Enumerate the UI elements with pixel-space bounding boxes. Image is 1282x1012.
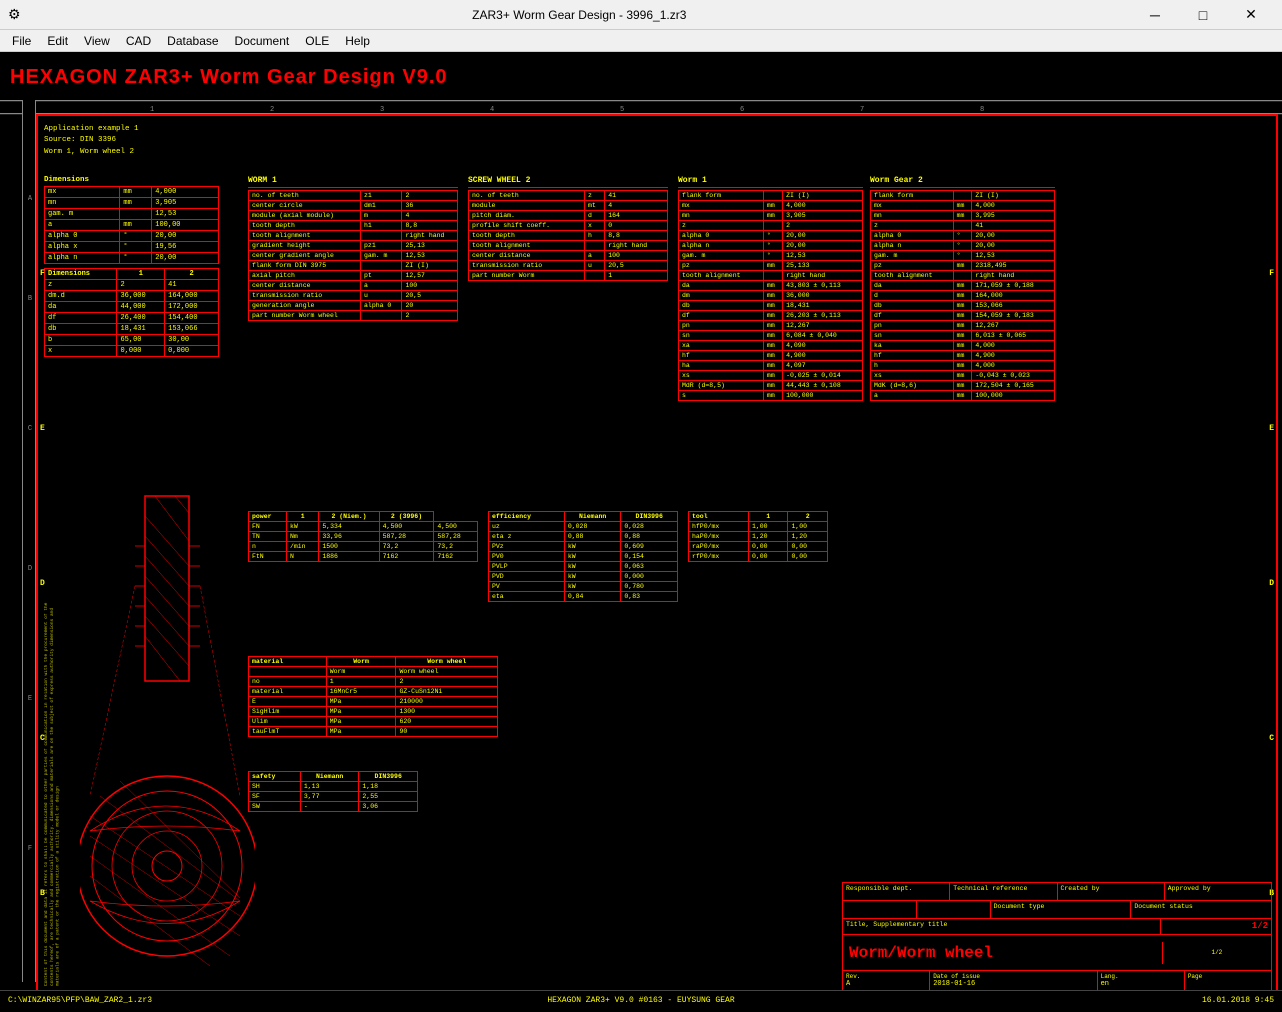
responsible-dept-value <box>843 901 917 918</box>
worm1-right-panel: Worm 1 flank formZI (I) mxmm4,000 mnmm3,… <box>678 176 863 401</box>
ruler-horizontal: 1 2 3 4 5 6 7 8 <box>0 100 1282 114</box>
date-of-issue: 2018-01-16 <box>933 980 1093 988</box>
gear-drawing-area <box>80 486 255 969</box>
created-by-label: Created by <box>1058 883 1165 900</box>
drawing-title: Worm/Worm wheel <box>843 942 1163 964</box>
app-info-line3: Worm 1, Worm wheel 2 <box>44 147 139 158</box>
approved-by-label: Approved by <box>1165 883 1271 900</box>
svg-text:B: B <box>28 295 32 303</box>
svg-text:2: 2 <box>270 106 274 114</box>
title-page-num: 1/2 <box>1163 947 1271 958</box>
power-table: power 1 2 (Niem.) 2 (3996) FNkW5,3344,50… <box>248 511 478 562</box>
rev-label: A <box>846 980 926 988</box>
efficiency-table: efficiency Niemann DIN3996 uz0,0280,028 … <box>488 511 678 602</box>
svg-text:E: E <box>28 695 32 703</box>
svg-text:1: 1 <box>150 106 154 114</box>
svg-text:F: F <box>28 845 32 853</box>
svg-text:C: C <box>28 425 32 433</box>
drawing-border: Application example 1 Source: DIN 3396 W… <box>36 114 1278 1006</box>
technical-ref-value <box>917 901 991 918</box>
title-label: Title, Supplementary title <box>843 919 1161 934</box>
menu-ole[interactable]: OLE <box>297 32 337 50</box>
svg-text:3: 3 <box>380 106 384 114</box>
app-icon: ⚙ <box>8 6 21 23</box>
worm1-table: WORM 1 no. of teethz12 center circledm13… <box>248 176 458 321</box>
vertical-text: Content of this document and data it ref… <box>44 586 76 986</box>
main-drawing-area: HEXAGON ZAR3+ Worm Gear Design V9.0 1 2 … <box>0 52 1282 1010</box>
titlebar-title: ZAR3+ Worm Gear Design - 3996_1.zr3 <box>27 8 1132 22</box>
safety-table: safety Niemann DIN3996 SH1,131,18 SF3,77… <box>248 771 418 812</box>
screw-wheel2-table: SCREW WHEEL 2 no. of teethz41 modulemt4 … <box>468 176 668 281</box>
menu-document[interactable]: Document <box>227 32 298 50</box>
title-block: Responsible dept. Technical reference Cr… <box>842 882 1272 1000</box>
svg-text:7: 7 <box>860 106 864 114</box>
sidebar-letters-left: FEDCBA <box>40 196 45 1010</box>
menu-help[interactable]: Help <box>337 32 378 50</box>
app-header: HEXAGON ZAR3+ Worm Gear Design V9.0 <box>10 66 448 89</box>
window-controls: ─ □ ✕ <box>1132 0 1274 30</box>
svg-text:D: D <box>28 565 32 573</box>
svg-text:8: 8 <box>980 106 984 114</box>
titlebar: ⚙ ZAR3+ Worm Gear Design - 3996_1.zr3 ─ … <box>0 0 1282 30</box>
menu-view[interactable]: View <box>76 32 118 50</box>
menu-database[interactable]: Database <box>159 32 226 50</box>
svg-text:6: 6 <box>740 106 744 114</box>
tool-table: tool 1 2 hfP0/mx1,001,00 haP0/mx1,201,20… <box>688 511 828 562</box>
menu-file[interactable]: File <box>4 32 39 50</box>
statusbar: C:\WINZAR95\PFP\BAW_ZAR2_1.zr3 HEXAGON Z… <box>0 990 1282 1010</box>
close-button[interactable]: ✕ <box>1228 0 1274 30</box>
menubar: File Edit View CAD Database Document OLE… <box>0 30 1282 52</box>
svg-text:5: 5 <box>620 106 624 114</box>
svg-text:A: A <box>28 195 33 203</box>
doc-type-label: Document type <box>991 901 1131 918</box>
maximize-button[interactable]: □ <box>1180 0 1226 30</box>
material-table: material Worm Worm wheel Worm Worm wheel… <box>248 656 498 737</box>
responsible-dept-label: Responsible dept. <box>843 883 950 900</box>
app-info-line1: Application example 1 <box>44 124 139 135</box>
app-info-line2: Source: DIN 3396 <box>44 135 139 146</box>
status-left: C:\WINZAR95\PFP\BAW_ZAR2_1.zr3 <box>8 996 152 1005</box>
app-info: Application example 1 Source: DIN 3396 W… <box>44 124 139 158</box>
lang-label: en <box>1101 980 1181 988</box>
menu-edit[interactable]: Edit <box>39 32 76 50</box>
status-right: 16.01.2018 9:45 <box>1202 996 1274 1005</box>
worm-gear2-right-panel: Worm Gear 2 flank formZI (I) mxmm4,000 m… <box>870 176 1055 401</box>
minimize-button[interactable]: ─ <box>1132 0 1178 30</box>
page-number: 1/2 <box>1161 919 1271 934</box>
footer-text: HEXAGON ZAR3+ V9.0 #0163 - EUYSUNG GEAR <box>547 996 734 1005</box>
header-title: HEXAGON ZAR3+ Worm Gear Design V9.0 <box>10 66 448 88</box>
dimensions-table: Dimensions mxmm4,000 mnmm3,905 gam. m12,… <box>44 176 219 357</box>
ruler-vertical: A B C D E F <box>22 100 36 982</box>
menu-cad[interactable]: CAD <box>118 32 159 50</box>
svg-text:4: 4 <box>490 106 494 114</box>
technical-ref-label: Technical reference <box>950 883 1057 900</box>
doc-status-label: Document status <box>1130 901 1271 918</box>
